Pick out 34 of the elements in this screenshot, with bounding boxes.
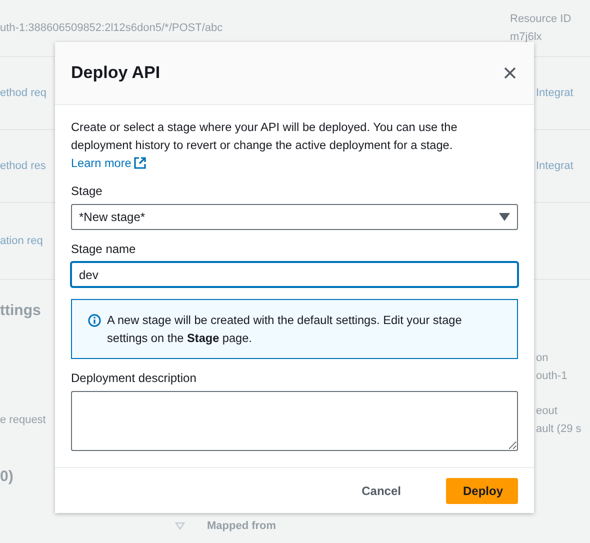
caret-icon: [175, 522, 185, 530]
background-text: uth-1:388606509852:2l12s6don5/*/POST/abc: [0, 22, 223, 34]
background-text: ttings: [0, 302, 41, 318]
background-text: ault (29 s: [536, 423, 582, 435]
background-text: ethod req: [0, 87, 46, 99]
background-text: eout: [536, 405, 558, 417]
caret-icon: [499, 213, 510, 221]
background-text: 0): [0, 468, 14, 484]
background-text: e request: [0, 414, 46, 426]
column-header: Mapped from: [207, 520, 276, 532]
deploy-button[interactable]: Deploy: [446, 478, 518, 504]
close-button[interactable]: [502, 65, 518, 81]
background-text: m7j6lx: [510, 31, 543, 43]
cancel-button[interactable]: Cancel: [344, 478, 418, 504]
info-text: A new stage will be created with the default settings. Edit your stage settings on the Stage page.: [107, 312, 463, 347]
dialog-description: Create or select a stage where your API will be deployed. You can use the deployment history to revert or change the active deployment for a stage. Learn more: [71, 119, 458, 172]
stage-name-input[interactable]: dev: [71, 262, 518, 287]
close-icon: [504, 67, 516, 79]
background-text: ation req: [0, 235, 43, 247]
external-link-icon: [134, 157, 146, 169]
learn-more-link[interactable]: Learn more: [71, 154, 146, 172]
background-text: Integrat: [536, 87, 574, 99]
dialog-title: Deploy API: [71, 63, 160, 83]
field-label: Deployment description: [71, 371, 198, 385]
stage-select[interactable]: *New stage*: [71, 204, 518, 230]
background-text: Resource ID: [510, 13, 572, 25]
field-label: Stage name: [71, 242, 137, 256]
background-text: on: [536, 352, 550, 364]
field-label: Stage: [71, 184, 104, 198]
description-textarea[interactable]: [71, 391, 518, 451]
background-text: Integrat: [536, 160, 574, 172]
background-text: ethod res: [0, 160, 46, 172]
background-text: outh-1: [536, 370, 568, 382]
info-icon: [88, 314, 101, 327]
